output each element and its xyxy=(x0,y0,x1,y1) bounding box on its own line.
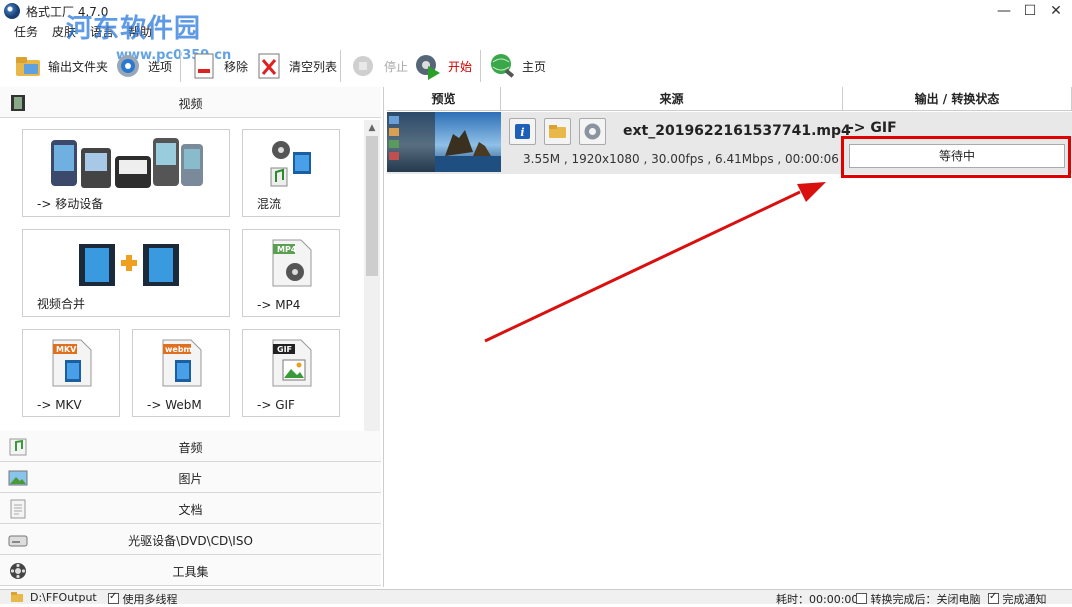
mkv-badge: MKV xyxy=(56,345,77,354)
tile-mp4-label: -> MP4 xyxy=(257,298,301,312)
home-globe-icon xyxy=(488,52,516,80)
stop-button[interactable]: 停止 xyxy=(350,50,408,82)
category-tools-label: 工具集 xyxy=(172,565,209,579)
mp4-badge: MP4 xyxy=(277,245,297,254)
tile-video-merge[interactable]: 视频合并 xyxy=(22,229,230,317)
tile-mkv[interactable]: MKV -> MKV xyxy=(22,329,120,417)
elapsed-time: 耗时：00:00:00 xyxy=(776,593,859,606)
start-label: 开始 xyxy=(448,59,473,74)
video-thumbnail xyxy=(387,112,501,172)
start-icon xyxy=(414,52,442,80)
category-picture-label: 图片 xyxy=(178,472,203,486)
column-preview[interactable]: 预览 xyxy=(387,87,501,111)
tile-mobile-devices[interactable]: -> 移动设备 xyxy=(22,129,230,217)
tile-mkv-label: -> MKV xyxy=(37,398,82,412)
tile-mux[interactable]: 混流 xyxy=(242,129,340,217)
tile-video-merge-label: 视频合并 xyxy=(37,297,86,311)
notify-label: 完成通知 xyxy=(1002,593,1047,606)
tile-gif-label: -> GIF xyxy=(257,398,295,412)
output-settings-button[interactable] xyxy=(579,118,606,145)
folder-icon xyxy=(549,125,566,138)
options-gear-icon xyxy=(114,52,142,80)
app-logo-icon xyxy=(4,3,20,19)
mux-icon xyxy=(270,141,311,187)
task-filename: ext_2019622161537741.mp4 xyxy=(623,123,851,139)
tile-gif[interactable]: GIF -> GIF xyxy=(242,329,340,417)
category-tools[interactable]: 工具集 xyxy=(0,555,381,586)
info-icon: i xyxy=(515,124,530,139)
column-output[interactable]: 输出 / 转换状态 xyxy=(843,87,1072,111)
notify-toggle[interactable]: 完成通知 xyxy=(988,591,1047,607)
status-bar: D:\FFOutput 使用多线程 耗时：00:00:00 转换完成后：关闭电脑… xyxy=(0,589,1072,607)
start-button[interactable]: 开始 xyxy=(414,50,472,82)
info-button[interactable]: i xyxy=(509,118,536,145)
remove-icon xyxy=(190,52,218,80)
category-audio-label: 音频 xyxy=(178,441,203,455)
toolbar-divider xyxy=(180,50,181,82)
toolbar-divider xyxy=(480,50,481,82)
gear-icon xyxy=(584,123,601,140)
after-done-checkbox[interactable] xyxy=(856,593,867,604)
video-merge-icon xyxy=(79,244,179,286)
category-disc[interactable]: 光驱设备\DVD\CD\ISO xyxy=(0,524,381,555)
multithread-toggle[interactable]: 使用多线程 xyxy=(108,591,178,607)
category-video[interactable]: 视频 xyxy=(0,87,381,118)
multithread-checkbox[interactable] xyxy=(108,591,119,604)
scroll-up-icon[interactable]: ▲ xyxy=(364,120,380,136)
menu-task[interactable]: 任务 xyxy=(14,22,38,42)
folder-icon xyxy=(14,52,42,80)
minimize-button[interactable]: — xyxy=(994,2,1014,20)
category-panel: 视频 -> 移动设备 混流 视频合并 MP4 -> MP4 MKV -> MKV… xyxy=(0,87,384,587)
scroll-thumb[interactable] xyxy=(366,136,378,276)
clear-list-button[interactable]: 清空列表 xyxy=(255,50,337,82)
task-file-info: 3.55M , 1920x1080 , 30.00fps , 6.41Mbps … xyxy=(523,152,839,166)
close-button[interactable]: ✕ xyxy=(1046,2,1066,20)
category-disc-label: 光驱设备\DVD\CD\ISO xyxy=(128,534,253,548)
notify-checkbox[interactable] xyxy=(988,591,999,604)
options-label: 选项 xyxy=(148,59,173,74)
after-done-toggle[interactable]: 转换完成后：关闭电脑 xyxy=(856,591,981,607)
tile-mp4[interactable]: MP4 -> MP4 xyxy=(242,229,340,317)
category-video-label: 视频 xyxy=(178,97,203,111)
webm-badge: webm xyxy=(165,345,192,354)
output-folder-button[interactable]: 输出文件夹 xyxy=(14,50,108,82)
toolbar-divider xyxy=(340,50,341,82)
tile-webm[interactable]: webm -> WebM xyxy=(132,329,230,417)
home-label: 主页 xyxy=(522,59,547,74)
svg-text:i: i xyxy=(520,126,524,139)
output-folder-icon xyxy=(11,592,23,602)
toolbar: 输出文件夹 选项 移除 清空列表 停止 开始 主页 xyxy=(0,44,1072,86)
stop-label: 停止 xyxy=(384,59,409,74)
watermark-logo: 河东软件园 xyxy=(66,14,202,44)
output-path[interactable]: D:\FFOutput xyxy=(30,591,97,604)
category-audio[interactable]: 音频 xyxy=(0,431,381,462)
remove-button[interactable]: 移除 xyxy=(190,50,248,82)
category-document[interactable]: 文档 xyxy=(0,493,381,524)
gif-badge: GIF xyxy=(277,345,293,354)
remove-label: 移除 xyxy=(224,59,249,74)
column-source[interactable]: 来源 xyxy=(501,87,843,111)
tile-webm-label: -> WebM xyxy=(147,398,202,412)
tile-mux-label: 混流 xyxy=(257,197,282,211)
options-button[interactable]: 选项 xyxy=(114,50,172,82)
output-folder-label: 输出文件夹 xyxy=(48,59,109,74)
after-done-label: 转换完成后：关闭电脑 xyxy=(870,593,981,606)
task-output-format: -> GIF xyxy=(848,120,897,136)
clear-list-label: 清空列表 xyxy=(289,59,338,74)
multithread-label: 使用多线程 xyxy=(122,593,178,606)
clear-list-icon xyxy=(255,52,283,80)
category-picture[interactable]: 图片 xyxy=(0,462,381,493)
open-folder-button[interactable] xyxy=(544,118,571,145)
tile-mobile-devices-label: -> 移动设备 xyxy=(37,197,104,211)
highlight-rectangle xyxy=(841,136,1071,178)
stop-icon xyxy=(350,52,378,80)
home-button[interactable]: 主页 xyxy=(488,50,546,82)
mobile-devices-icon xyxy=(51,138,203,188)
maximize-button[interactable]: ☐ xyxy=(1020,2,1040,20)
category-document-label: 文档 xyxy=(178,503,203,517)
